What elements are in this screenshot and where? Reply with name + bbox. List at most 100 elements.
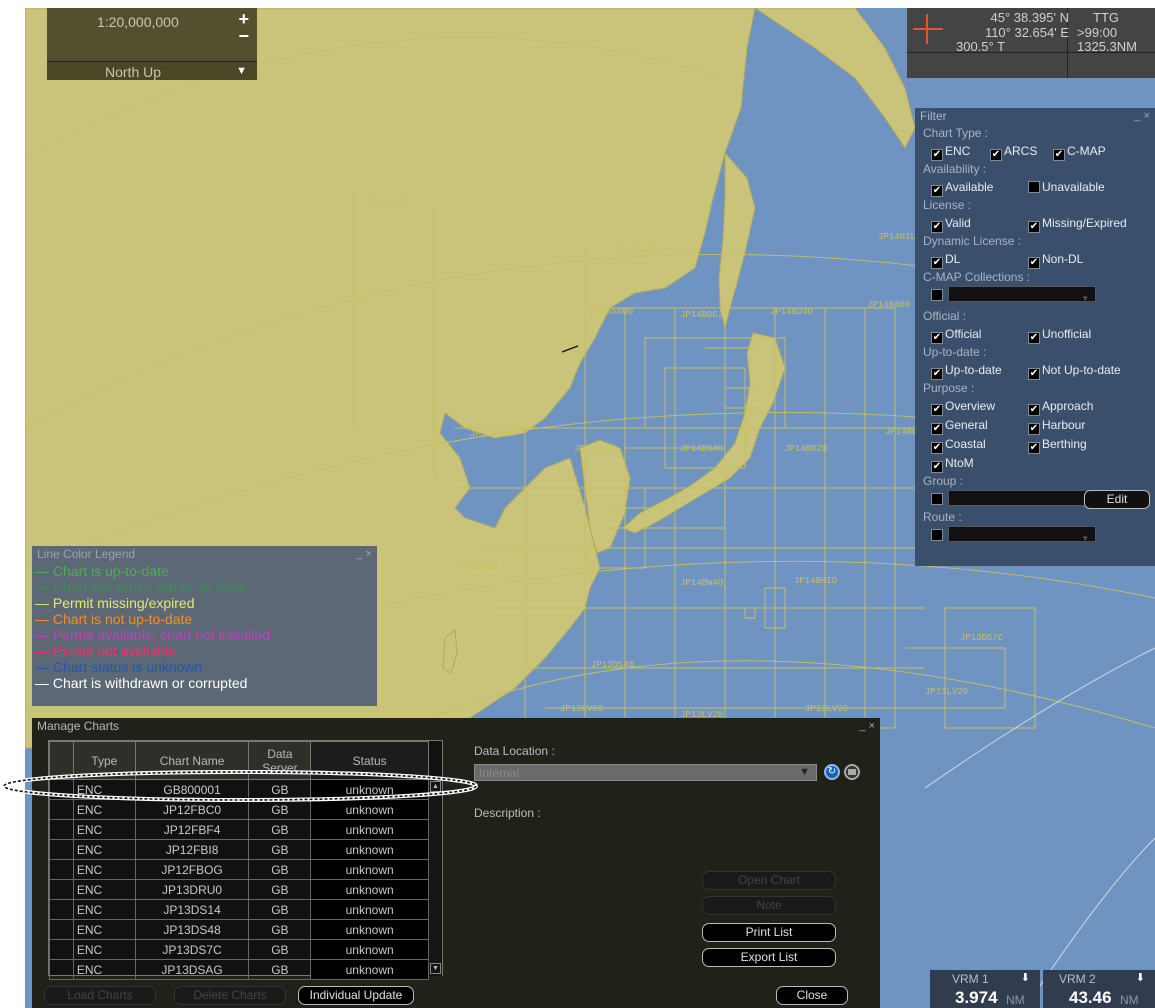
- table-row[interactable]: ENC JP13DRU0 GB unknown: [49, 879, 429, 900]
- table-row[interactable]: ENC JP13DS7C GB unknown: [49, 939, 429, 960]
- chart-name-cell: JP13DSAG: [134, 959, 250, 980]
- load-charts-button[interactable]: Load Charts: [44, 986, 156, 1005]
- legend-items: — Chart is up-to-date — Chart will expire…: [32, 563, 377, 691]
- chart-label: JP148800: [867, 300, 910, 310]
- checkbox-valid[interactable]: ✔ Valid: [931, 216, 971, 233]
- legend-item: — Permit available; chart not installed: [32, 627, 377, 643]
- refresh-icon[interactable]: ↻: [824, 764, 840, 780]
- chart-label: JP14BW4O: [680, 578, 723, 588]
- status-cell: unknown: [310, 959, 429, 980]
- note-button[interactable]: Note: [702, 896, 836, 915]
- checkbox-coastal[interactable]: ✔ Coastal: [931, 437, 986, 454]
- scroll-down-icon[interactable]: ▼: [430, 963, 441, 974]
- row-select-cell[interactable]: [49, 919, 74, 940]
- legend-item-label: Permit available; chart not installed: [52, 627, 270, 643]
- check-icon: ✔: [1028, 221, 1040, 233]
- checkbox-route[interactable]: [931, 528, 945, 542]
- vrm2-value: 43.46: [1069, 988, 1112, 1007]
- edit-button[interactable]: Edit: [1084, 490, 1150, 509]
- disk-icon[interactable]: [844, 764, 860, 780]
- checkbox-cmap-collection[interactable]: [931, 288, 945, 302]
- legend-line-swatch: —: [35, 627, 53, 643]
- checkbox-up-to-date[interactable]: ✔ Up-to-date: [931, 363, 1002, 380]
- individual-update-button[interactable]: Individual Update: [298, 986, 414, 1005]
- vrm1-panel[interactable]: VRM 1 ⬇ 3.974 NM: [930, 970, 1040, 1008]
- delete-charts-button[interactable]: Delete Charts: [174, 986, 286, 1005]
- checkbox-cmap[interactable]: ✔ C-MAP: [1053, 142, 1106, 161]
- table-row[interactable]: ENC JP13DSAG GB unknown: [49, 959, 429, 980]
- check-icon: ✔: [931, 332, 943, 344]
- ttg-value: >99:00: [1077, 25, 1118, 40]
- table-scrollbar[interactable]: ▲ ▼: [428, 779, 442, 976]
- close-icon[interactable]: _ ×: [859, 718, 875, 735]
- row-select-cell[interactable]: [49, 939, 74, 960]
- export-list-button[interactable]: Export List: [702, 948, 836, 967]
- checkbox-enc[interactable]: ✔ ENC: [931, 144, 971, 161]
- chart-label: JP13DS48: [591, 660, 634, 670]
- checkbox-unavailable[interactable]: Unavailable: [1028, 178, 1105, 197]
- chart-label: JP13LV00: [560, 704, 603, 714]
- checkbox-approach[interactable]: ✔ Approach: [1028, 397, 1093, 416]
- chart-name-cell: JP13DS14: [134, 899, 250, 920]
- row-select-cell[interactable]: [49, 859, 74, 880]
- table-row[interactable]: ENC JP12FBI8 GB unknown: [49, 839, 429, 860]
- checkbox-non-dl[interactable]: ✔ Non-DL: [1028, 250, 1083, 269]
- data-location-label: Data Location :: [474, 744, 555, 758]
- checkbox-official[interactable]: ✔ Official: [931, 327, 981, 344]
- checkbox-berthing[interactable]: ✔ Berthing: [1028, 435, 1087, 454]
- row-select-cell[interactable]: [49, 899, 74, 920]
- vrm2-panel[interactable]: VRM 2 ⬇ 43.46 NM: [1043, 970, 1155, 1008]
- checkbox-not-up-to-date[interactable]: ✔ Not Up-to-date: [1028, 361, 1121, 380]
- status-cell: unknown: [310, 939, 429, 960]
- checkbox-missing-expired[interactable]: ✔ Missing/Expired: [1028, 214, 1127, 233]
- filter-panel: Filter _ × Chart Type : ✔ ENC ✔ ARCS ✔ C-MA…: [915, 108, 1155, 566]
- row-select-cell[interactable]: [49, 959, 74, 980]
- data-server-cell: GB: [248, 919, 312, 940]
- line-color-legend-panel: Line Color Legend _ × — Chart is up-to-d…: [32, 546, 377, 706]
- zoom-out-button[interactable]: −: [238, 26, 249, 47]
- latitude-readout: 45° 38.395' N: [990, 10, 1069, 25]
- cursor-info-panel: 45° 38.395' N 110° 32.654' E 300.5° T TT…: [907, 8, 1155, 78]
- table-row[interactable]: ENC JP12FBF4 GB unknown: [49, 819, 429, 840]
- checkbox-general[interactable]: ✔ General: [931, 418, 988, 435]
- checkbox-overview[interactable]: ✔ Overview: [931, 399, 995, 416]
- vrm1-label: VRM 1: [952, 972, 989, 986]
- type-cell: ENC: [72, 919, 136, 940]
- chart-label: JP14BWID: [794, 576, 837, 586]
- checkbox-label: ENC: [945, 144, 971, 158]
- row-select-cell[interactable]: [49, 839, 74, 860]
- scale-panel: 1:20,000,000 + − North Up ▼: [47, 8, 257, 80]
- close-button[interactable]: Close: [776, 986, 848, 1005]
- group-select[interactable]: [948, 490, 1097, 512]
- checkbox-group[interactable]: [931, 492, 945, 506]
- status-cell: unknown: [310, 899, 429, 920]
- row-select-cell[interactable]: [49, 819, 74, 840]
- checkbox-label: ARCS: [1004, 144, 1038, 158]
- cmap-collection-select[interactable]: [948, 286, 1097, 308]
- close-icon[interactable]: _ ×: [356, 546, 372, 563]
- checkbox-label: C-MAP: [1067, 144, 1106, 158]
- table-row[interactable]: ENC JP13DS48 GB unknown: [49, 919, 429, 940]
- table-row[interactable]: ENC JP13DS14 GB unknown: [49, 899, 429, 920]
- orientation-select[interactable]: North Up ▼: [47, 61, 257, 80]
- check-icon: ✔: [1028, 404, 1040, 416]
- close-icon[interactable]: _ ×: [1134, 108, 1150, 125]
- kamchatka-area: [754, 8, 916, 149]
- chevron-down-icon: ▼: [799, 766, 810, 778]
- table-row[interactable]: ENC JP12FBOG GB unknown: [49, 859, 429, 880]
- print-list-button[interactable]: Print List: [702, 923, 836, 942]
- data-location-select[interactable]: Internal ▼: [474, 764, 817, 781]
- checkbox-label: Available: [945, 180, 994, 194]
- checkbox-available[interactable]: ✔ Available: [931, 180, 994, 197]
- legend-line-swatch: —: [35, 659, 53, 675]
- legend-item: — Chart status is unknown: [32, 659, 377, 675]
- checkbox-arcs[interactable]: ✔ ARCS: [990, 142, 1037, 161]
- row-select-cell[interactable]: [49, 879, 74, 900]
- cmap-collections-heading: C-MAP Collections :: [923, 270, 1031, 284]
- checkbox-unofficial[interactable]: ✔ Unofficial: [1028, 325, 1091, 344]
- open-chart-button[interactable]: Open Chart: [702, 871, 836, 890]
- checkbox-dl[interactable]: ✔ DL: [931, 252, 960, 269]
- checkbox-harbour[interactable]: ✔ Harbour: [1028, 416, 1085, 435]
- checkbox-ntom[interactable]: ✔ NtoM: [931, 456, 974, 473]
- route-select[interactable]: [948, 526, 1097, 548]
